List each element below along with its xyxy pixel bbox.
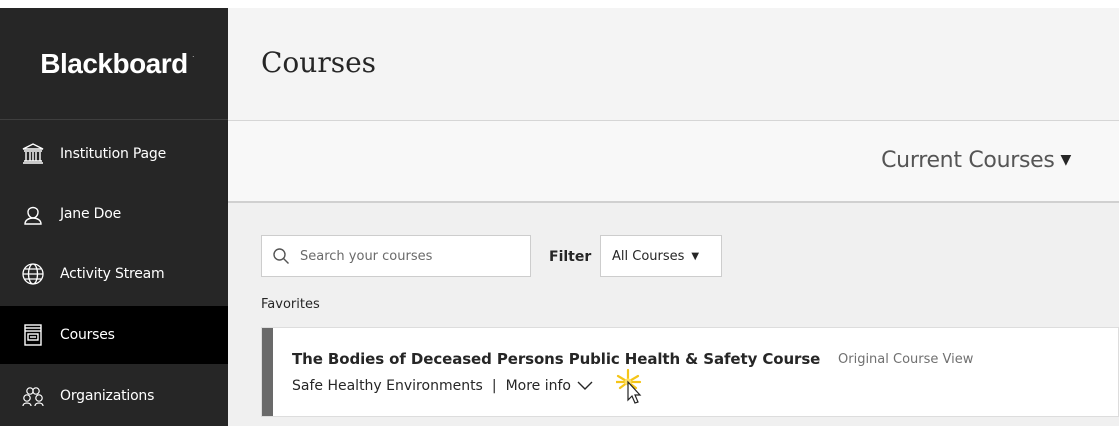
- current-courses-label: Current Courses: [881, 148, 1055, 173]
- course-meta: Safe Healthy Environments | More info: [292, 378, 593, 394]
- logo-area[interactable]: Blackboard.: [0, 8, 228, 120]
- caret-down-icon: ▼: [691, 250, 700, 262]
- courses-filter-bar: Current Courses ▼: [228, 121, 1119, 203]
- blackboard-logo[interactable]: Blackboard.: [40, 47, 194, 80]
- search-icon: [272, 247, 290, 265]
- sidebar-item-institution-page[interactable]: Institution Page: [0, 125, 228, 183]
- course-view-label: Original Course View: [838, 352, 974, 367]
- sidebar-item-activity-stream[interactable]: Activity Stream: [0, 245, 228, 303]
- sidebar-item-label: Jane Doe: [60, 206, 122, 222]
- course-title[interactable]: The Bodies of Deceased Persons Public He…: [292, 350, 820, 368]
- sidebar-item-label: Institution Page: [60, 146, 166, 162]
- sidebar-item-label: Organizations: [60, 388, 155, 404]
- page-header: Courses: [228, 8, 1119, 121]
- sidebar-item-courses[interactable]: Courses: [0, 306, 228, 364]
- top-strip: [0, 0, 1119, 8]
- logo-text: Blackboard: [40, 47, 188, 79]
- sidebar-item-label: Courses: [60, 327, 115, 343]
- main-content: Courses Current Courses ▼ Filter All Cour…: [228, 8, 1119, 426]
- logo-mark: .: [192, 51, 194, 59]
- course-instructor: Safe Healthy Environments: [292, 378, 483, 394]
- more-info-link[interactable]: More info: [506, 378, 593, 394]
- favorites-heading: Favorites: [261, 297, 320, 312]
- user-icon: [20, 201, 46, 227]
- sidebar-item-label: Activity Stream: [60, 266, 165, 282]
- search-input[interactable]: [298, 247, 522, 265]
- sidebar-item-organizations[interactable]: Organizations: [0, 367, 228, 425]
- globe-icon: [20, 261, 46, 287]
- chevron-down-icon: [577, 381, 593, 390]
- meta-separator: |: [491, 378, 497, 394]
- organizations-icon: [20, 383, 46, 409]
- current-courses-dropdown[interactable]: Current Courses ▼: [881, 148, 1071, 173]
- course-color-stripe: [262, 328, 273, 416]
- courses-icon: [20, 322, 46, 348]
- filter-select[interactable]: All Courses ▼: [600, 235, 722, 277]
- search-box[interactable]: [261, 235, 531, 277]
- caret-down-icon: ▼: [1060, 152, 1072, 168]
- course-list-area: Filter All Courses ▼ Favorites The Bodie…: [228, 203, 1119, 426]
- page-title: Courses: [261, 46, 377, 79]
- filter-label: Filter: [549, 249, 592, 265]
- more-info-label: More info: [505, 378, 571, 394]
- institution-icon: [20, 141, 46, 167]
- sidebar: Blackboard. Institution Page Jane Doe Ac…: [0, 8, 228, 426]
- course-card[interactable]: The Bodies of Deceased Persons Public He…: [261, 327, 1119, 417]
- sidebar-item-jane-doe[interactable]: Jane Doe: [0, 185, 228, 243]
- filter-selected-value: All Courses: [612, 248, 685, 264]
- mouse-cursor-icon: [616, 368, 642, 404]
